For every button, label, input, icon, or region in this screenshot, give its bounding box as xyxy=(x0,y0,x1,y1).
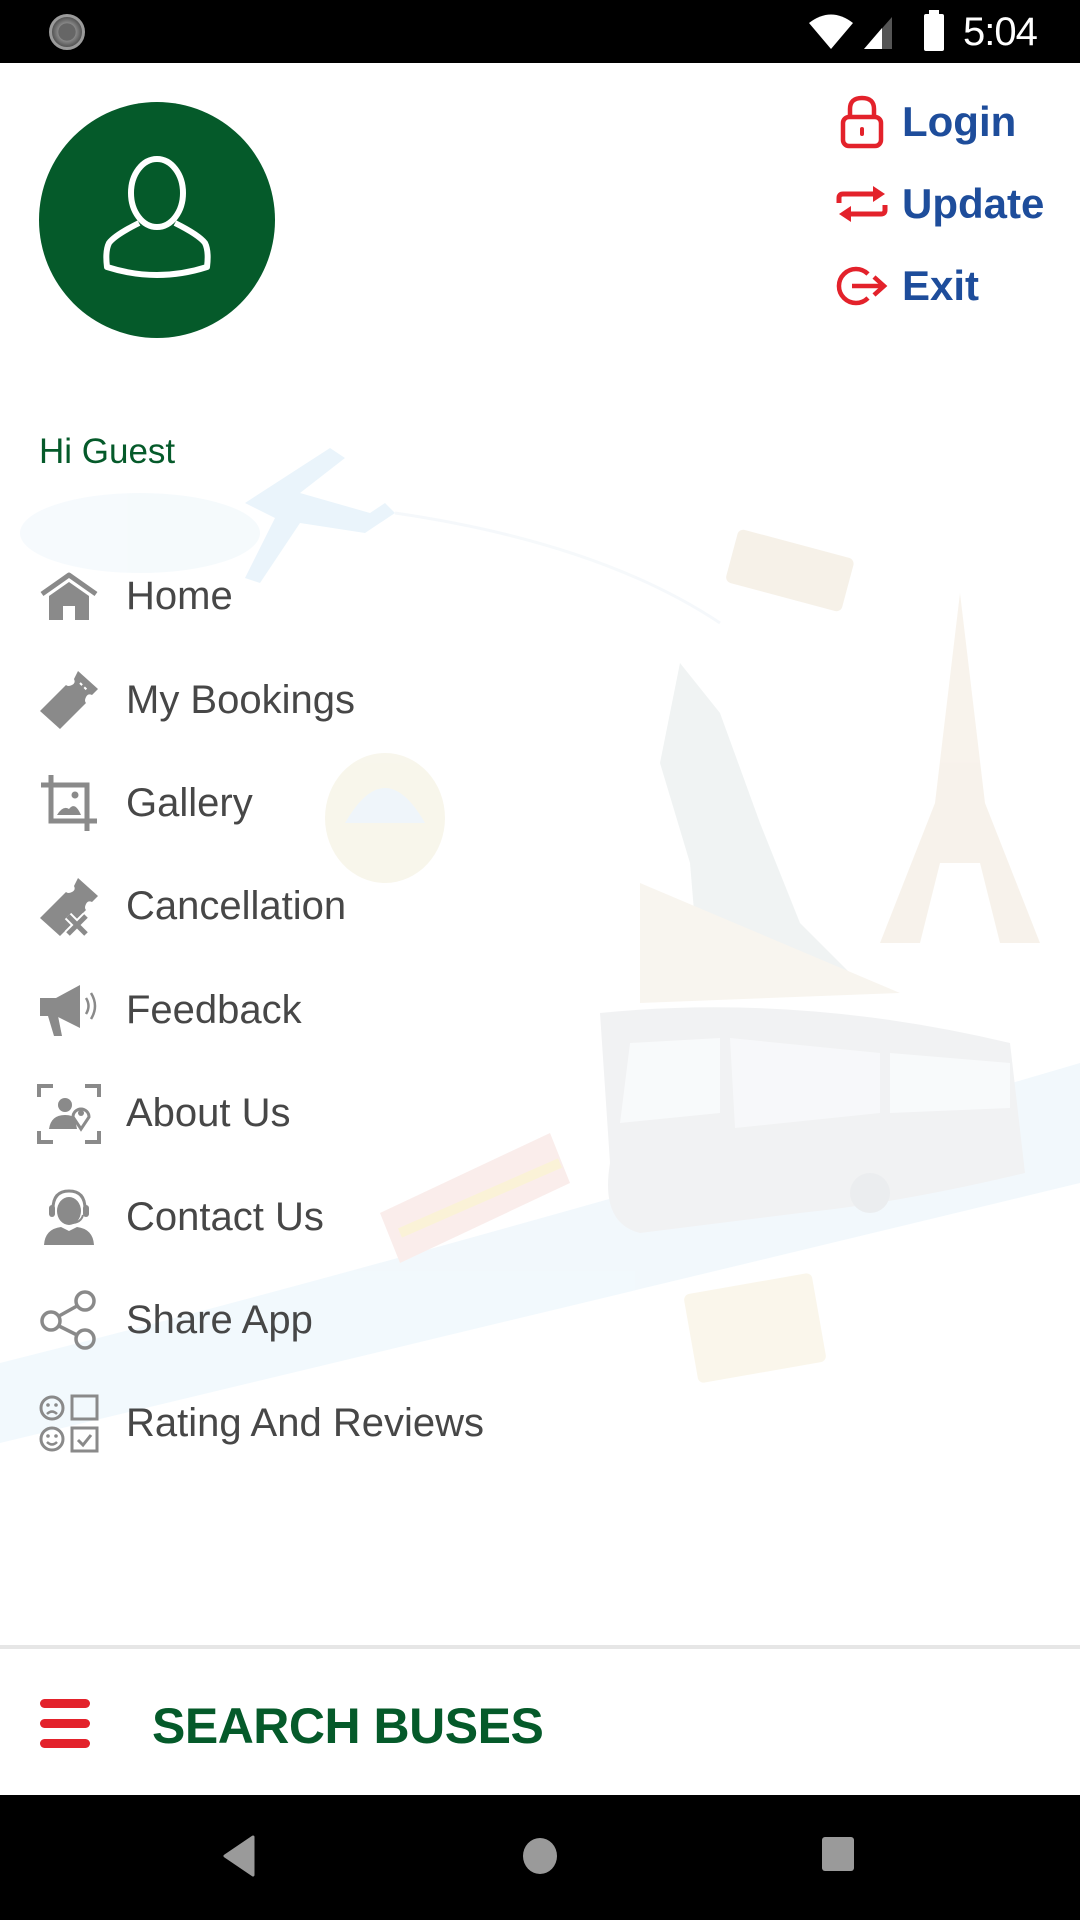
wifi-icon xyxy=(809,14,853,49)
menu-item-feedback[interactable]: Feedback xyxy=(0,959,700,1062)
status-bar: 5:04 xyxy=(0,0,1080,63)
menu-label: About Us xyxy=(126,1091,291,1136)
login-button[interactable]: Login xyxy=(832,81,1044,163)
navigation-drawer: Login Update Exit Hi Guest Home My Booki… xyxy=(0,63,1080,1645)
rating-review-icon xyxy=(36,1391,102,1457)
menu-item-about-us[interactable]: About Us xyxy=(0,1062,700,1165)
menu-item-gallery[interactable]: Gallery xyxy=(0,752,700,855)
menu-item-home[interactable]: Home xyxy=(0,545,700,648)
avatar[interactable] xyxy=(39,102,275,338)
search-buses-title[interactable]: SEARCH BUSES xyxy=(152,1697,544,1755)
menu-label: Cancellation xyxy=(126,884,347,929)
recents-icon[interactable] xyxy=(820,1835,856,1873)
menu-item-rating-and-reviews[interactable]: Rating And Reviews xyxy=(0,1372,700,1475)
hamburger-menu-icon[interactable] xyxy=(38,1697,92,1751)
menu-label: Rating And Reviews xyxy=(126,1401,484,1446)
menu-label: Share App xyxy=(126,1297,313,1342)
swap-arrows-icon xyxy=(832,174,892,234)
menu-item-cancellation[interactable]: Cancellation xyxy=(0,855,700,958)
ticket-icon xyxy=(36,667,102,733)
exit-button[interactable]: Exit xyxy=(832,245,1044,327)
back-icon[interactable] xyxy=(223,1835,257,1877)
logout-icon xyxy=(832,256,892,316)
ticket-cancel-icon xyxy=(36,874,102,940)
home-circle-icon[interactable] xyxy=(521,1835,559,1877)
home-icon xyxy=(36,564,102,630)
image-crop-icon xyxy=(36,770,102,836)
megaphone-icon xyxy=(36,977,102,1043)
headset-person-icon xyxy=(36,1184,102,1250)
menu-label: My Bookings xyxy=(126,677,355,722)
cellular-signal-icon xyxy=(864,17,892,49)
greeting-text: Hi Guest xyxy=(39,432,176,471)
bottom-app-bar: SEARCH BUSES xyxy=(0,1645,1080,1795)
drawer-menu: Home My Bookings Gallery Cancellation Fe… xyxy=(0,545,700,1476)
menu-label: Contact Us xyxy=(126,1194,324,1239)
update-button[interactable]: Update xyxy=(832,163,1044,245)
system-navigation-bar xyxy=(0,1795,1080,1920)
menu-label: Home xyxy=(126,574,233,619)
loading-spinner-icon xyxy=(49,14,85,50)
login-label: Login xyxy=(902,98,1017,145)
menu-item-share-app[interactable]: Share App xyxy=(0,1269,700,1372)
menu-label: Feedback xyxy=(126,987,302,1032)
menu-label: Gallery xyxy=(126,780,253,825)
status-time: 5:04 xyxy=(963,10,1038,54)
user-outline-icon xyxy=(103,156,211,278)
update-label: Update xyxy=(902,180,1045,227)
lock-icon xyxy=(832,92,892,152)
account-actions: Login Update Exit xyxy=(832,81,1044,327)
menu-item-contact-us[interactable]: Contact Us xyxy=(0,1165,700,1268)
exit-label: Exit xyxy=(902,262,980,309)
menu-item-my-bookings[interactable]: My Bookings xyxy=(0,648,700,751)
share-icon xyxy=(36,1287,102,1353)
person-location-icon xyxy=(36,1081,102,1147)
battery-icon xyxy=(924,10,944,51)
